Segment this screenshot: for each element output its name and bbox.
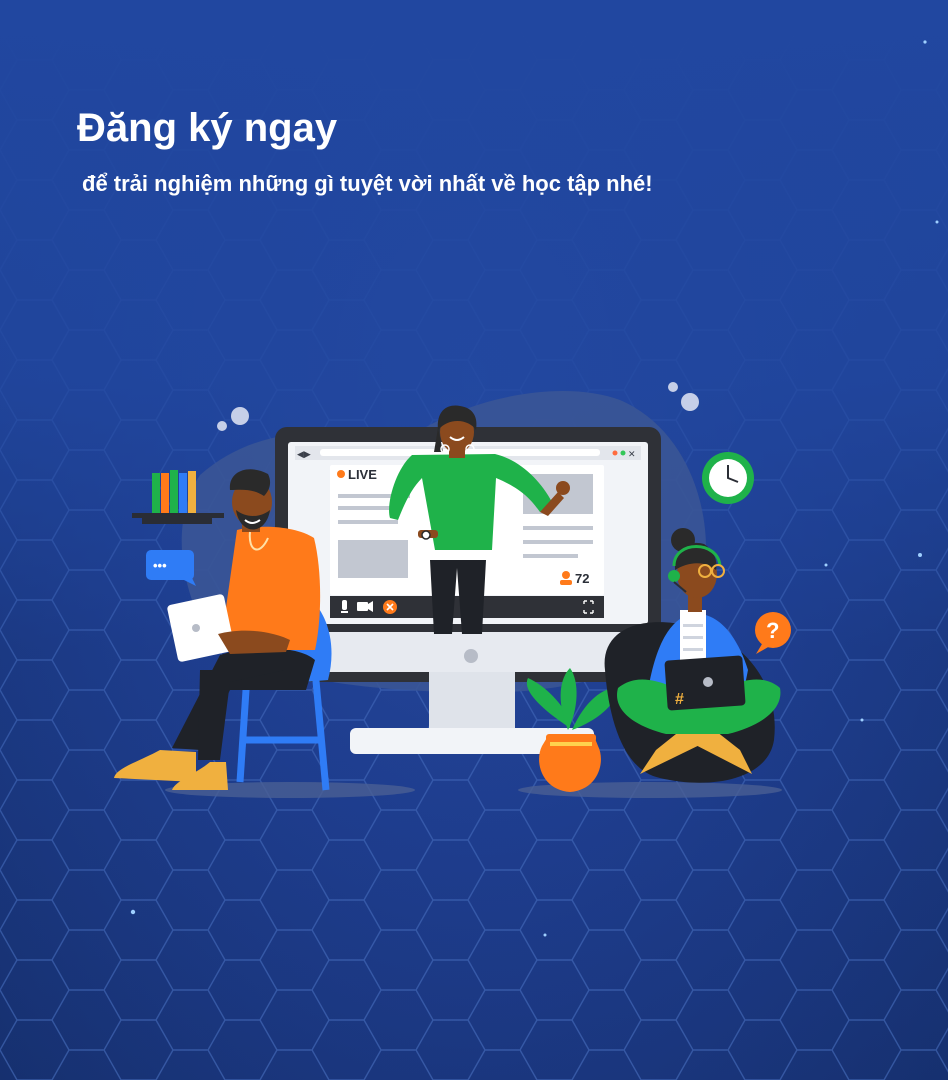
chat-dots: ••• — [153, 558, 167, 573]
back-forward-icon: ◀▶ — [297, 449, 311, 459]
question-bubble-icon: ? — [755, 612, 791, 654]
bubble-decoration — [217, 421, 227, 431]
live-dot-icon — [337, 470, 345, 478]
live-label: LIVE — [348, 467, 377, 482]
viewer-count: 72 — [575, 571, 589, 586]
question-mark: ? — [766, 618, 779, 643]
page-title: Đăng ký ngay — [77, 106, 338, 150]
chat-bubble-icon: ••• — [146, 550, 196, 586]
bubble-decoration — [231, 407, 249, 425]
svg-text:✕: ✕ — [628, 449, 636, 459]
bubble-decoration — [681, 393, 699, 411]
viewer-icon — [562, 571, 570, 579]
bubble-decoration — [668, 382, 678, 392]
camera-icon — [357, 602, 368, 611]
hashtag-sticker: # — [675, 691, 684, 708]
online-learning-illustration: ◀▶ ✕ LIVE 72 ••• # ? — [114, 382, 791, 798]
clock-icon — [702, 452, 754, 504]
page-subtitle: để trải nghiệm những gì tuyệt vời nhất v… — [82, 171, 653, 196]
microphone-icon — [342, 600, 347, 610]
